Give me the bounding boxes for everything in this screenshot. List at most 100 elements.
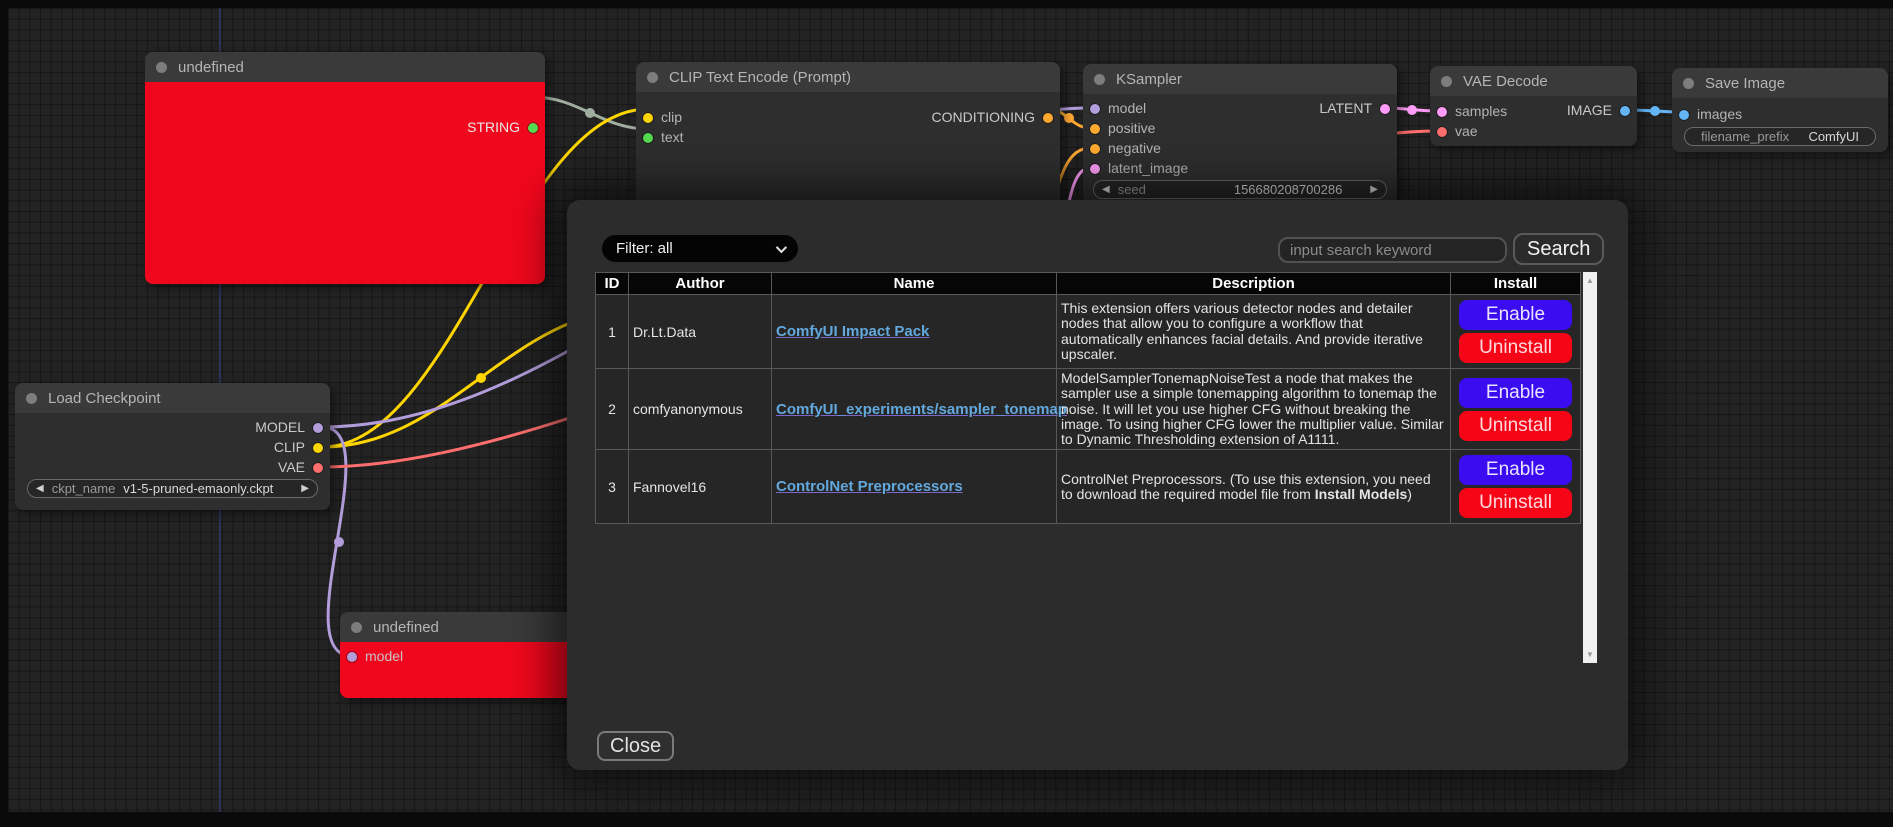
output-slot-clip[interactable] [313, 443, 323, 453]
link-midpoint-dot [585, 108, 595, 118]
header-id: ID [596, 273, 629, 295]
page-edge [0, 0, 8, 827]
output-slot-string[interactable] [528, 123, 538, 133]
widget-value: 156680208700286 [1146, 182, 1362, 197]
widget-decrement-icon[interactable]: ◀ [1094, 184, 1118, 195]
search-button[interactable]: Search [1513, 233, 1604, 265]
extension-install-cell: EnableUninstall [1451, 369, 1581, 450]
extension-name: ComfyUI Impact Pack [772, 295, 1057, 369]
output-slot-image[interactable] [1620, 106, 1630, 116]
node-title: Save Image [1705, 75, 1785, 92]
widget-name: ckpt_name [52, 481, 116, 496]
comfyui-app: undefined STRING CLIP Text Encode (Promp… [0, 0, 1893, 827]
input-label: text [661, 129, 684, 145]
node-collapse-dot[interactable] [1683, 78, 1694, 89]
input-slot-vae[interactable] [1437, 127, 1447, 137]
extension-description: This extension offers various detector n… [1057, 295, 1451, 369]
input-slot-images[interactable] [1679, 110, 1689, 120]
node-title-bar[interactable]: Save Image [1672, 68, 1888, 98]
node-collapse-dot[interactable] [156, 62, 167, 73]
table-scrollbar[interactable]: ▲ ▼ [1583, 272, 1597, 663]
node-load-checkpoint[interactable]: Load Checkpoint MODEL CLIP VAE ◀ ckpt_na… [15, 383, 330, 510]
extension-row: 3Fannovel16ControlNet PreprocessorsContr… [596, 450, 1581, 524]
output-slot-conditioning[interactable] [1043, 113, 1053, 123]
input-slot-model[interactable] [347, 652, 357, 662]
widget-increment-icon[interactable]: ▶ [1362, 184, 1386, 195]
input-slot-text[interactable] [643, 133, 653, 143]
extension-author: Dr.Lt.Data [629, 295, 772, 369]
enable-button[interactable]: Enable [1459, 378, 1572, 408]
enable-button[interactable]: Enable [1459, 300, 1572, 330]
extension-author: Fannovel16 [629, 450, 772, 524]
filter-dropdown-label: Filter: all [616, 240, 673, 257]
uninstall-button[interactable]: Uninstall [1459, 488, 1572, 518]
output-label: STRING [467, 119, 520, 135]
node-ksampler[interactable]: KSampler model positive negative latent_… [1083, 64, 1397, 204]
node-body: images filename_prefix ComfyUI [1672, 98, 1888, 152]
output-label: IMAGE [1567, 102, 1612, 118]
node-title-bar[interactable]: CLIP Text Encode (Prompt) [636, 62, 1060, 92]
node-collapse-dot[interactable] [1441, 76, 1452, 87]
node-title-bar[interactable]: undefined [340, 612, 580, 642]
node-collapse-dot[interactable] [1094, 74, 1105, 85]
input-label: model [365, 648, 403, 664]
widget-value: ComfyUI [1789, 129, 1859, 144]
node-undefined-top[interactable]: undefined STRING [145, 52, 545, 284]
scrollbar-down-arrow-icon[interactable]: ▼ [1583, 650, 1597, 659]
extension-link[interactable]: ComfyUI Impact Pack [776, 323, 929, 340]
output-slot-vae[interactable] [313, 463, 323, 473]
output-label: VAE [278, 459, 305, 475]
uninstall-button[interactable]: Uninstall [1459, 333, 1572, 363]
node-body: clip text CONDITIONING [636, 92, 1060, 207]
link-midpoint-dot [334, 537, 344, 547]
extension-link[interactable]: ControlNet Preprocessors [776, 478, 963, 495]
uninstall-button[interactable]: Uninstall [1459, 411, 1572, 441]
input-slot-latent-image[interactable] [1090, 164, 1100, 174]
widget-value: v1-5-pruned-emaonly.ckpt [115, 481, 293, 496]
enable-button[interactable]: Enable [1459, 455, 1572, 485]
node-title-bar[interactable]: KSampler [1083, 64, 1397, 94]
link-midpoint-dot [476, 373, 486, 383]
extension-description: ControlNet Preprocessors. (To use this e… [1057, 450, 1451, 524]
output-slot-latent[interactable] [1380, 104, 1390, 114]
node-undefined-bottom[interactable]: undefined model [340, 612, 580, 698]
seed-widget[interactable]: ◀ seed 156680208700286 ▶ [1093, 180, 1387, 199]
page-edge [0, 0, 1893, 8]
widget-decrement-icon[interactable]: ◀ [28, 483, 52, 494]
node-title-bar[interactable]: VAE Decode [1430, 66, 1637, 96]
input-slot-positive[interactable] [1090, 124, 1100, 134]
node-collapse-dot[interactable] [351, 622, 362, 633]
extension-id: 2 [596, 369, 629, 450]
node-title: Load Checkpoint [48, 390, 161, 407]
node-collapse-dot[interactable] [26, 393, 37, 404]
widget-increment-icon[interactable]: ▶ [293, 483, 317, 494]
extension-row: 1Dr.Lt.DataComfyUI Impact PackThis exten… [596, 295, 1581, 369]
scrollbar-up-arrow-icon[interactable]: ▲ [1583, 276, 1597, 285]
header-author: Author [629, 273, 772, 295]
close-button[interactable]: Close [597, 731, 674, 761]
extension-link[interactable]: ComfyUI_experiments/sampler_tonemap [776, 401, 1067, 418]
filter-dropdown[interactable]: Filter: all [602, 235, 798, 262]
node-vae-decode[interactable]: VAE Decode samples vae IMAGE [1430, 66, 1637, 146]
node-clip-text-encode[interactable]: CLIP Text Encode (Prompt) clip text COND… [636, 62, 1060, 207]
node-collapse-dot[interactable] [647, 72, 658, 83]
ckpt-name-widget[interactable]: ◀ ckpt_name v1-5-pruned-emaonly.ckpt ▶ [27, 479, 318, 498]
output-slot-model[interactable] [313, 423, 323, 433]
header-install: Install [1451, 273, 1581, 295]
extension-name: ComfyUI_experiments/sampler_tonemap [772, 369, 1057, 450]
input-slot-negative[interactable] [1090, 144, 1100, 154]
node-title: VAE Decode [1463, 73, 1548, 90]
widget-name: filename_prefix [1701, 129, 1789, 144]
node-title: CLIP Text Encode (Prompt) [669, 69, 851, 86]
extension-row: 2comfyanonymousComfyUI_experiments/sampl… [596, 369, 1581, 450]
search-input[interactable] [1278, 237, 1507, 263]
input-label: vae [1455, 123, 1478, 139]
node-save-image[interactable]: Save Image images filename_prefix ComfyU… [1672, 68, 1888, 152]
node-title: KSampler [1116, 71, 1182, 88]
filename-prefix-widget[interactable]: filename_prefix ComfyUI [1684, 127, 1876, 146]
node-title-bar[interactable]: Load Checkpoint [15, 383, 330, 413]
input-label: negative [1108, 140, 1161, 156]
node-title-bar[interactable]: undefined [145, 52, 545, 82]
link-midpoint-dot [1650, 106, 1660, 116]
extension-install-cell: EnableUninstall [1451, 295, 1581, 369]
